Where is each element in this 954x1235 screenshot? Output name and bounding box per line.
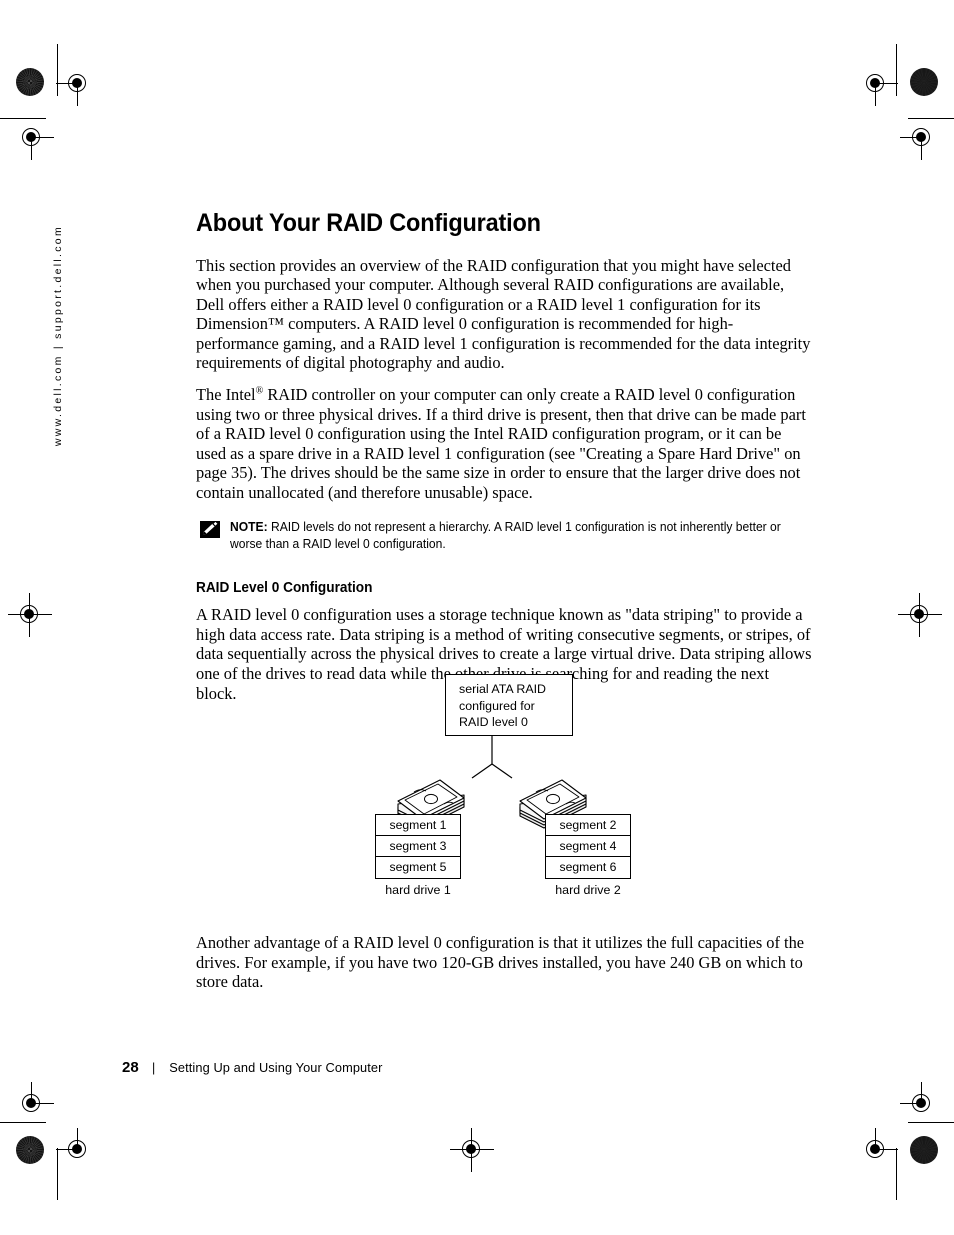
- section-subheading: RAID Level 0 Configuration: [196, 579, 373, 596]
- intro-paragraph: This section provides an overview of the…: [196, 255, 811, 373]
- trim-line-bottom-left: [0, 1122, 46, 1124]
- registration-mark-bottom-right-outer: [854, 1128, 898, 1172]
- segment-cell: segment 6: [559, 860, 617, 874]
- page-footer: 28 | Setting Up and Using Your Computer: [122, 1059, 383, 1076]
- hard-drive-2-segment-table: segment 2 segment 4 segment 6: [545, 814, 631, 879]
- hard-drive-1-label: hard drive 1: [385, 883, 451, 897]
- callout-leader-line: [471, 736, 513, 779]
- footer-section-title: Setting Up and Using Your Computer: [169, 1060, 383, 1075]
- halftone-density-circle-bottom-left: [16, 1136, 44, 1164]
- registration-mark-bottom-right-inner: [900, 1082, 944, 1126]
- page-content: About Your RAID Configuration This secti…: [196, 209, 812, 715]
- trim-line-left-bottom: [57, 1148, 59, 1200]
- trim-line-top-left: [0, 118, 46, 120]
- registration-mark-top-right-outer: [854, 62, 898, 106]
- registration-mark-bottom-left-outer: [56, 1128, 100, 1172]
- callout-line-2: configured for: [459, 698, 535, 713]
- note-text: NOTE: RAID levels do not represent a hie…: [230, 519, 789, 554]
- segment-cell: segment 3: [376, 836, 460, 857]
- capacity-paragraph: Another advantage of a RAID level 0 conf…: [196, 933, 805, 992]
- registration-mark-middle-left: [8, 593, 52, 637]
- closing-paragraph-block: Another advantage of a RAID level 0 conf…: [196, 933, 812, 1004]
- page-title: About Your RAID Configuration: [196, 209, 541, 237]
- intel-controller-paragraph: The Intel® RAID controller on your compu…: [196, 385, 812, 503]
- segment-cell: segment 1: [376, 815, 460, 836]
- registration-mark-bottom-center: [450, 1128, 494, 1172]
- footer-separator: |: [152, 1061, 156, 1075]
- note-pencil-icon: [200, 520, 220, 538]
- registration-mark-top-right-inner: [900, 116, 944, 160]
- segment-cell: segment 5: [389, 860, 447, 874]
- halftone-density-circle-top-left: [16, 68, 44, 96]
- trim-line-right-bottom: [896, 1148, 898, 1200]
- trim-line-bottom-right: [908, 1122, 954, 1124]
- trim-line-top-right: [908, 118, 954, 120]
- segment-cell: segment 4: [546, 836, 630, 857]
- note-body: RAID levels do not represent a hierarchy…: [230, 519, 781, 552]
- hard-drive-2-label: hard drive 2: [555, 883, 621, 897]
- callout-line-1: serial ATA RAID: [459, 682, 546, 696]
- note-label: NOTE:: [230, 519, 268, 534]
- hard-drive-1-segment-table: segment 1 segment 3 segment 5: [375, 814, 461, 879]
- registration-mark-bottom-left-inner: [10, 1082, 54, 1126]
- halftone-density-circle-bottom-right: [910, 1136, 938, 1164]
- registration-mark-top-left-inner: [10, 116, 54, 160]
- raid-callout-box: serial ATA RAID configured for RAID leve…: [445, 674, 573, 736]
- callout-line-3: RAID level 0: [459, 715, 528, 730]
- segment-cell: segment 2: [546, 815, 630, 836]
- trim-line-right-top: [896, 44, 898, 96]
- intel-paragraph-pre: The Intel: [196, 385, 256, 405]
- spine-url-text: www.dell.com | support.dell.com: [52, 0, 64, 446]
- halftone-density-circle-top-right: [910, 68, 938, 96]
- intel-paragraph-post: RAID controller on your computer can onl…: [196, 385, 806, 503]
- registration-mark-middle-right: [898, 593, 942, 637]
- note-callout: NOTE: RAID levels do not represent a hie…: [200, 519, 812, 554]
- footer-page-number: 28: [122, 1059, 139, 1076]
- raid-level-0-diagram: serial ATA RAID configured for RAID leve…: [360, 668, 660, 908]
- spine-url-label: www.dell.com | support.dell.com: [52, 225, 64, 447]
